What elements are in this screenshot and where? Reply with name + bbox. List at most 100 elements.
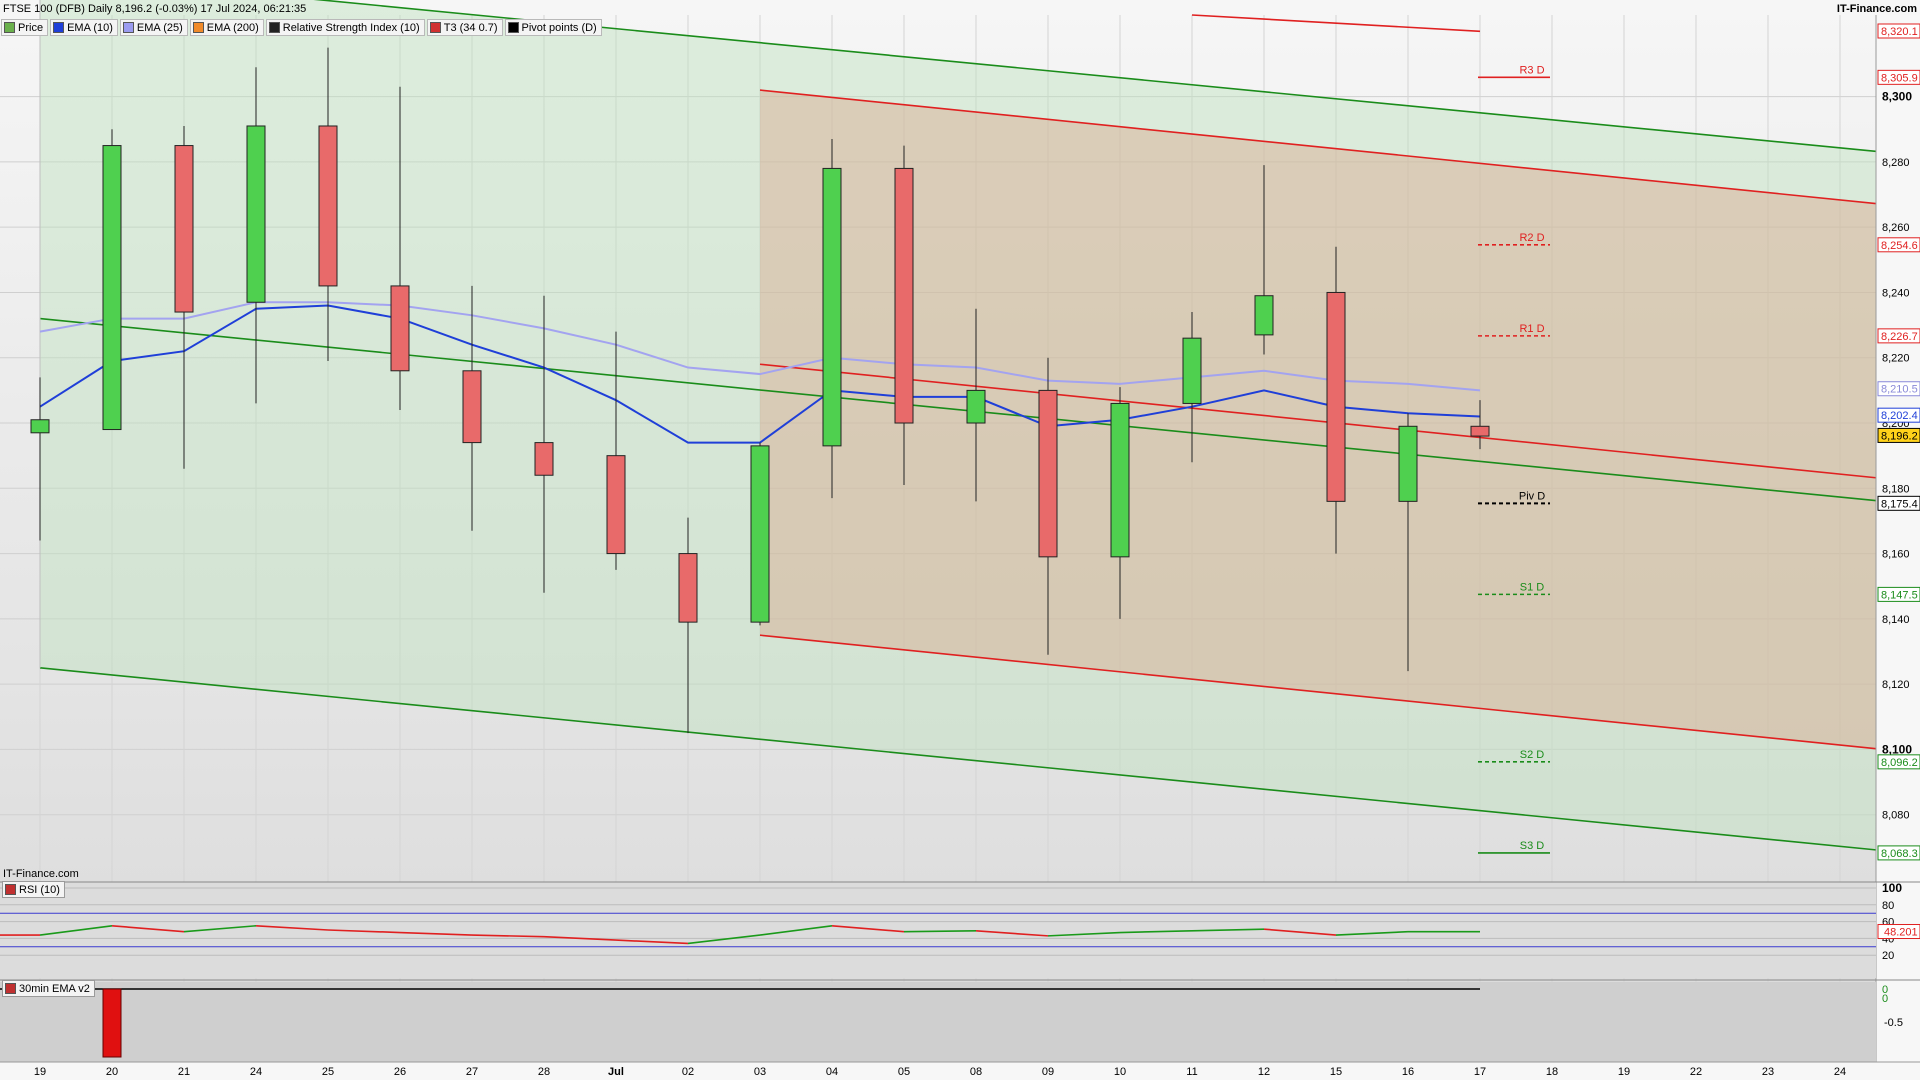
candle-down [390,285,410,372]
candle-up [246,125,266,303]
candle-down [1470,425,1490,437]
y-tick-label: 8,160 [1882,549,1910,561]
price-label-text: 8,226.7 [1881,331,1918,343]
price-label: 8,196.2 [1877,427,1920,443]
y-tick-label: 8,240 [1882,287,1910,299]
y-tick-label: 8,140 [1882,614,1910,626]
legend-item-ema10[interactable]: EMA (10) [50,19,118,36]
x-tick-label: 12 [1258,1066,1270,1078]
ema-swatch-icon [5,983,16,994]
candle-down [462,370,482,444]
red-channel-fill [760,90,1884,750]
x-tick-label: 02 [682,1066,694,1078]
price-label-text: 8,147.5 [1881,589,1918,601]
legend-swatch-icon [53,22,65,33]
rsi-panel-label[interactable]: RSI (10) [2,881,65,898]
candle-down [534,442,554,476]
candle [822,139,842,499]
rsi-tick-label: 100 [1882,881,1902,895]
candle-down [174,145,194,313]
pivot-label: R3 D [1519,64,1544,76]
x-tick-label: 26 [394,1066,406,1078]
x-tick-label: 11 [1186,1066,1197,1078]
rsi-tick-label: 20 [1882,950,1894,962]
x-tick-label: 04 [826,1066,838,1078]
x-tick-label: 08 [970,1066,982,1078]
price-label: 8,068.3 [1877,845,1920,861]
y-tick-label: 8,260 [1882,222,1910,234]
price-label: 8,320.1 [1877,23,1920,39]
pivot-label: Piv D [1519,490,1545,502]
candle-down [1326,291,1346,502]
price-label-text: 8,254.6 [1881,240,1918,252]
pivot-label: S2 D [1520,749,1545,761]
candle [102,129,122,431]
x-tick-label: 27 [466,1066,478,1078]
price-label-text: 8,320.1 [1881,26,1918,38]
x-tick-label: 15 [1330,1066,1342,1078]
watermark: IT-Finance.com [3,868,79,880]
legend-item-ema200[interactable]: EMA (200) [189,19,264,36]
x-tick-label: 19 [34,1066,46,1078]
chart-canvas[interactable]: R3 DR2 DR1 DPiv DS1 DS2 DS3 D8,0808,1008… [0,0,1920,1080]
candle-down [606,455,626,555]
price-label-text: 8,196.2 [1881,430,1918,442]
ema-tick-label: -0.5 [1884,1017,1903,1029]
candle-up [1398,425,1418,502]
x-tick-label: 21 [178,1066,190,1078]
rsi-tick-label: 80 [1882,900,1894,912]
price-label-text: 8,210.5 [1881,384,1918,396]
legend-item-price[interactable]: Price [1,19,49,36]
candle-up [966,389,986,424]
legend-item-rsi[interactable]: Relative Strength Index (10) [265,19,425,36]
rsi-value-text: 48.201 [1884,927,1918,939]
x-tick-label: Jul [608,1066,624,1078]
price-label: 8,175.4 [1877,495,1920,511]
price-label: 8,202.4 [1877,407,1920,423]
legend-swatch-icon [4,22,15,33]
candle-up [30,419,50,434]
x-tick-label: 18 [1546,1066,1558,1078]
legend-item-pivots[interactable]: Pivot points (D) [504,19,602,36]
x-tick-label: 25 [322,1066,334,1078]
rsi-swatch-icon [5,884,16,895]
price-label: 8,226.7 [1877,328,1920,344]
candle-up [1254,295,1274,336]
price-label-text: 8,175.4 [1881,498,1918,510]
x-axis-bg [0,1062,1920,1080]
x-tick-label: 03 [754,1066,766,1078]
x-tick-label: 19 [1618,1066,1630,1078]
x-tick-label: 28 [538,1066,550,1078]
candle-up [750,445,770,623]
y-tick-label: 8,280 [1882,157,1910,169]
ema-hist-bar [102,988,122,1058]
price-label-text: 8,305.9 [1881,72,1918,84]
legend-item-ema25[interactable]: EMA (25) [119,19,188,36]
legend-item-t3[interactable]: T3 (34 0.7) [426,19,503,36]
price-label-text: 8,096.2 [1881,757,1918,769]
price-label-text: 8,068.3 [1881,848,1918,860]
y-tick-label: 8,100 [1882,742,1912,756]
x-tick-label: 24 [1834,1066,1846,1078]
candle-down [1038,389,1058,558]
ema-panel-label[interactable]: 30min EMA v2 [2,980,95,997]
x-tick-label: 23 [1762,1066,1774,1078]
price-label: 8,210.5 [1877,381,1920,397]
legend-swatch-icon [507,22,519,33]
y-tick-label: 8,120 [1882,679,1910,691]
site-name[interactable]: IT-Finance.com [1837,3,1917,15]
candle-down [318,125,338,287]
candle-up [102,145,122,431]
x-tick-label: 10 [1114,1066,1126,1078]
legend-swatch-icon [268,22,280,33]
rsi-value-label: 48.201 [1877,924,1920,940]
x-tick-label: 20 [106,1066,118,1078]
rsi-segment [903,930,977,933]
pivot-label: R1 D [1519,323,1544,335]
x-tick-label: 22 [1690,1066,1702,1078]
candle-down [678,553,698,623]
price-label-text: 8,202.4 [1881,410,1918,422]
legend-swatch-icon [192,22,204,33]
y-tick-label: 8,080 [1882,810,1910,822]
y-tick-label: 8,220 [1882,353,1910,365]
